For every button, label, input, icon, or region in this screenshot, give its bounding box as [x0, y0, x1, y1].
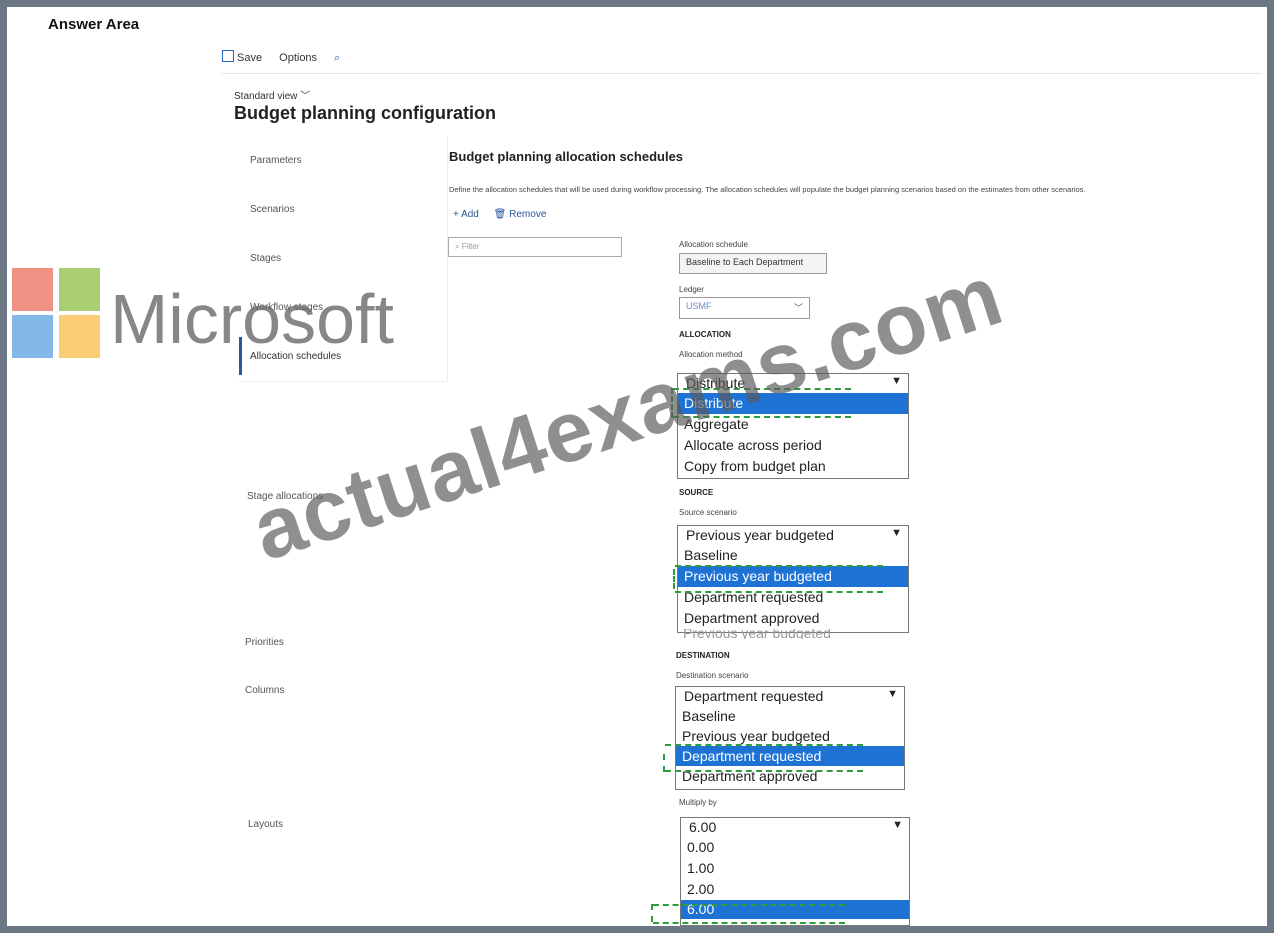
plus-icon: + [453, 209, 459, 220]
dropdown-option[interactable]: Copy from budget plan [678, 456, 908, 477]
answer-area-frame: Answer Area Save Options ⌕ Standard view… [7, 7, 1267, 926]
dropdown-option[interactable]: Previous year budgeted [676, 726, 904, 746]
dropdown-arrow-icon: ▼ [892, 819, 903, 831]
destination-scenario-selected[interactable]: Department requested ▼ [676, 687, 904, 706]
dropdown-arrow-icon: ▼ [887, 688, 898, 700]
add-button[interactable]: + Add [453, 209, 479, 220]
answer-highlight-edge [663, 754, 665, 772]
nav-item-parameters[interactable]: Parameters [250, 155, 302, 166]
microsoft-logo-green [59, 268, 100, 311]
destination-header: DESTINATION [676, 651, 730, 660]
chevron-down-icon: ﹀ [300, 91, 311, 102]
section-description: Define the allocation schedules that wil… [449, 185, 1086, 194]
microsoft-watermark: Microsoft [110, 280, 394, 358]
microsoft-logo-blue [12, 315, 53, 358]
source-header: SOURCE [679, 488, 714, 497]
view-selector[interactable]: Standard view ﹀ [234, 87, 310, 102]
microsoft-logo-yellow [59, 315, 100, 358]
dropdown-option[interactable]: Baseline [676, 706, 904, 726]
save-button[interactable]: Save [222, 50, 262, 64]
ledger-label: Ledger [679, 285, 704, 294]
options-button[interactable]: Options [279, 52, 317, 64]
dropdown-option[interactable]: 1.00 [681, 858, 909, 879]
toolbar: Save Options ⌕ [222, 50, 354, 65]
toolbar-divider [222, 73, 1262, 74]
microsoft-logo-red [12, 268, 53, 311]
trash-icon: 🗑 [493, 209, 507, 220]
answer-highlight-edge [673, 569, 675, 589]
page-title: Budget planning configuration [234, 103, 496, 123]
filter-input[interactable]: ⌕ Filter [448, 237, 622, 257]
section-title: Budget planning allocation schedules [449, 149, 684, 164]
nav-item-layouts[interactable]: Layouts [248, 819, 283, 830]
obscured-field-text: Previous year budgeted [683, 629, 831, 639]
nav-item-scenarios[interactable]: Scenarios [250, 204, 294, 215]
answer-highlight-edge [651, 904, 653, 922]
nav-item-priorities[interactable]: Priorities [245, 637, 284, 648]
answer-highlight [665, 744, 863, 772]
nav-item-stages[interactable]: Stages [250, 253, 281, 264]
dropdown-arrow-icon: ▼ [891, 527, 902, 539]
destination-scenario-dropdown[interactable]: Department requested ▼ Baseline Previous … [675, 686, 905, 790]
allocation-schedule-field[interactable]: Baseline to Each Department [679, 253, 827, 274]
list-actions: + Add 🗑 Remove [453, 209, 558, 220]
source-scenario-label: Source scenario [679, 508, 737, 517]
dropdown-option[interactable]: 2.00 [681, 879, 909, 900]
answer-area-title: Answer Area [48, 16, 140, 33]
answer-highlight [675, 565, 883, 593]
search-icon: ⌕ [455, 242, 460, 251]
search-icon[interactable]: ⌕ [334, 52, 340, 64]
dropdown-option[interactable]: Allocate across period [678, 435, 908, 456]
answer-highlight [653, 904, 845, 924]
source-scenario-selected[interactable]: Previous year budgeted ▼ [678, 526, 908, 545]
remove-button[interactable]: 🗑 Remove [494, 209, 547, 220]
multiply-by-label: Multiply by [679, 798, 717, 807]
nav-item-columns[interactable]: Columns [245, 685, 284, 696]
dropdown-option[interactable]: Baseline [678, 545, 908, 566]
multiply-by-selected[interactable]: 6.00 ▼ [681, 818, 909, 837]
allocation-schedule-label: Allocation schedule [679, 240, 748, 249]
save-icon [222, 50, 234, 62]
dropdown-option[interactable]: Department approved [678, 608, 908, 629]
destination-scenario-label: Destination scenario [676, 671, 749, 680]
dropdown-option[interactable]: 0.00 [681, 837, 909, 858]
